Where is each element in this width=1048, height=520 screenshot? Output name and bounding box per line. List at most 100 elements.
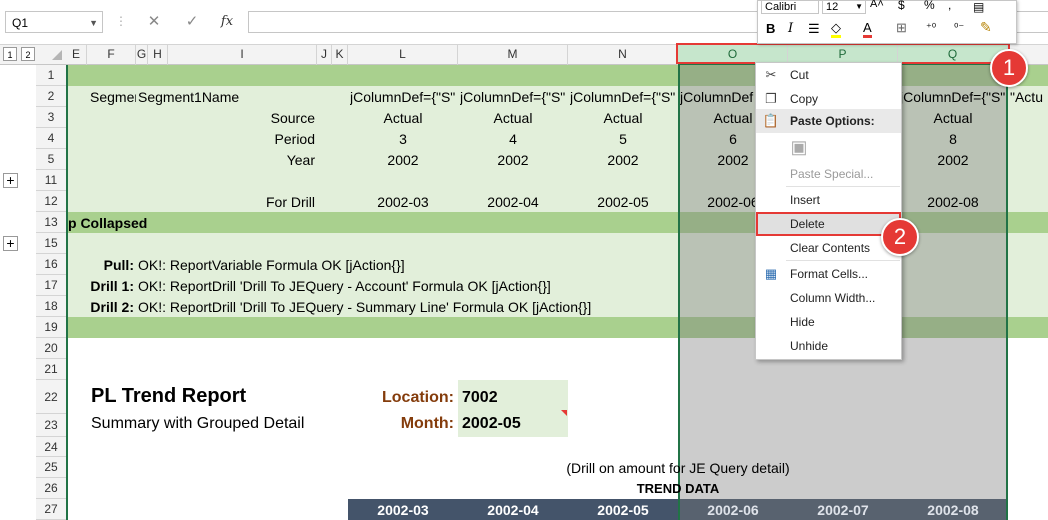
- menu-item-copy[interactable]: ❐ Copy: [756, 87, 901, 111]
- row-header[interactable]: 5: [36, 149, 66, 170]
- cell-q2[interactable]: jColumnDef={"S": [900, 89, 1008, 105]
- menu-item-format-cells[interactable]: ▦ Format Cells...: [756, 262, 901, 286]
- trend-period-header[interactable]: 2002-03: [348, 502, 458, 518]
- row-header[interactable]: 26: [36, 478, 66, 499]
- cell-q5[interactable]: 2002: [898, 152, 1008, 168]
- cell-n12[interactable]: 2002-05: [568, 194, 678, 210]
- cell-i5[interactable]: Year: [168, 152, 315, 168]
- grow-font-icon[interactable]: A˄: [870, 0, 884, 10]
- cell-l3[interactable]: Actual: [348, 110, 458, 126]
- row-header[interactable]: 12: [36, 191, 66, 212]
- borders-icon[interactable]: ⊞: [896, 20, 907, 36]
- row-header[interactable]: 17: [36, 275, 66, 296]
- row-header[interactable]: 16: [36, 254, 66, 275]
- column-header-g[interactable]: G: [136, 44, 148, 65]
- percent-button[interactable]: %: [924, 0, 935, 12]
- column-header-l[interactable]: L: [348, 44, 458, 65]
- cell-n2[interactable]: jColumnDef={"S": [570, 89, 678, 105]
- cell-g2[interactable]: Segment1Name: [138, 89, 239, 105]
- cell-l12[interactable]: 2002-03: [348, 194, 458, 210]
- row-header[interactable]: 1: [36, 65, 66, 86]
- row-header[interactable]: 15: [36, 233, 66, 254]
- cell-n3[interactable]: Actual: [568, 110, 678, 126]
- row-header[interactable]: 18: [36, 296, 66, 317]
- cell-l5[interactable]: 2002: [348, 152, 458, 168]
- row-header[interactable]: 27: [36, 499, 66, 520]
- trend-period-header[interactable]: 2002-08: [898, 502, 1008, 518]
- row-header[interactable]: 2: [36, 86, 66, 107]
- cell-q12[interactable]: 2002-08: [898, 194, 1008, 210]
- font-name-box[interactable]: Calibri: [761, 0, 819, 14]
- cell-m2[interactable]: jColumnDef={"S": [460, 89, 568, 105]
- column-header-e[interactable]: E: [66, 44, 87, 65]
- row-header[interactable]: 4: [36, 128, 66, 149]
- menu-item-column-width[interactable]: Column Width...: [756, 286, 901, 310]
- month-input[interactable]: 2002-05: [462, 415, 521, 433]
- format-table-icon[interactable]: ▤: [973, 0, 984, 14]
- row-header[interactable]: 23: [36, 414, 66, 437]
- italic-button[interactable]: I: [788, 21, 793, 36]
- location-input[interactable]: 7002: [462, 389, 498, 407]
- enter-icon[interactable]: ✓: [180, 11, 204, 33]
- menu-item-insert[interactable]: Insert: [756, 188, 901, 212]
- paste-icon[interactable]: ▣: [788, 137, 810, 161]
- cell-f17[interactable]: Drill 1:: [68, 278, 134, 294]
- trend-period-header[interactable]: 2002-05: [568, 502, 678, 518]
- cell-o2[interactable]: jColumnDef: [680, 89, 755, 105]
- menu-item-hide[interactable]: Hide: [756, 310, 901, 334]
- cell-i12[interactable]: For Drill: [168, 194, 315, 210]
- cell-g17[interactable]: OK!: ReportDrill 'Drill To JEQuery - Acc…: [138, 278, 551, 294]
- cancel-icon[interactable]: ✕: [142, 11, 166, 33]
- column-header-n[interactable]: N: [568, 44, 678, 65]
- outline-level-2-button[interactable]: 2: [21, 47, 35, 61]
- chevron-down-icon[interactable]: ▼: [855, 0, 863, 15]
- menu-item-cut[interactable]: ✂ Cut: [756, 63, 901, 87]
- column-header-h[interactable]: H: [148, 44, 168, 65]
- menu-item-unhide[interactable]: Unhide: [756, 334, 901, 358]
- trend-period-header[interactable]: 2002-07: [788, 502, 898, 518]
- trend-period-header[interactable]: 2002-06: [678, 502, 788, 518]
- row-header[interactable]: 22: [36, 380, 66, 414]
- currency-button[interactable]: $: [898, 0, 905, 12]
- expand-group-button[interactable]: +: [3, 173, 18, 188]
- cell-n4[interactable]: 5: [568, 131, 678, 147]
- cell-q4[interactable]: 8: [898, 131, 1008, 147]
- row-header[interactable]: 3: [36, 107, 66, 128]
- expand-group-button[interactable]: +: [3, 236, 18, 251]
- font-color-button[interactable]: A: [863, 21, 872, 38]
- row-header[interactable]: 20: [36, 338, 66, 359]
- cell-m5[interactable]: 2002: [458, 152, 568, 168]
- cell-n5[interactable]: 2002: [568, 152, 678, 168]
- bold-button[interactable]: B: [766, 21, 775, 36]
- column-header-k[interactable]: K: [332, 44, 348, 65]
- align-center-icon[interactable]: ☰: [808, 21, 820, 37]
- cell-q3[interactable]: Actual: [898, 110, 1008, 126]
- increase-decimal-icon[interactable]: ⁺⁰: [926, 21, 936, 34]
- comma-style-icon[interactable]: ,: [948, 0, 951, 12]
- row-header[interactable]: 13: [36, 212, 66, 233]
- font-size-box[interactable]: 12 ▼: [822, 0, 866, 14]
- row-header[interactable]: 25: [36, 457, 66, 478]
- menu-item-paste-special[interactable]: Paste Special...: [756, 162, 901, 186]
- cell-f2[interactable]: Segmen: [90, 89, 136, 105]
- chevron-down-icon[interactable]: ▼: [89, 12, 98, 34]
- format-painter-icon[interactable]: ✎: [980, 19, 992, 36]
- insert-function-icon[interactable]: fx: [215, 11, 239, 33]
- row-header[interactable]: 21: [36, 359, 66, 380]
- decrease-decimal-icon[interactable]: ⁰⁻: [954, 21, 964, 34]
- row-header[interactable]: 24: [36, 437, 66, 457]
- cell-r2[interactable]: "Actu: [1010, 89, 1043, 105]
- cell-l2[interactable]: jColumnDef={"S": [350, 89, 458, 105]
- column-header-i[interactable]: I: [168, 44, 317, 65]
- cell-f16[interactable]: Pull:: [68, 257, 134, 273]
- select-all-icon[interactable]: [52, 50, 62, 60]
- cell-i4[interactable]: Period: [168, 131, 315, 147]
- menu-item-delete[interactable]: Delete: [756, 212, 901, 236]
- cell-m12[interactable]: 2002-04: [458, 194, 568, 210]
- name-box[interactable]: Q1 ▼: [5, 11, 103, 33]
- cell-l4[interactable]: 3: [348, 131, 458, 147]
- column-header-f[interactable]: F: [87, 44, 136, 65]
- column-header-j[interactable]: J: [317, 44, 332, 65]
- cell-f18[interactable]: Drill 2:: [68, 299, 134, 315]
- menu-item-clear-contents[interactable]: Clear Contents: [756, 236, 901, 260]
